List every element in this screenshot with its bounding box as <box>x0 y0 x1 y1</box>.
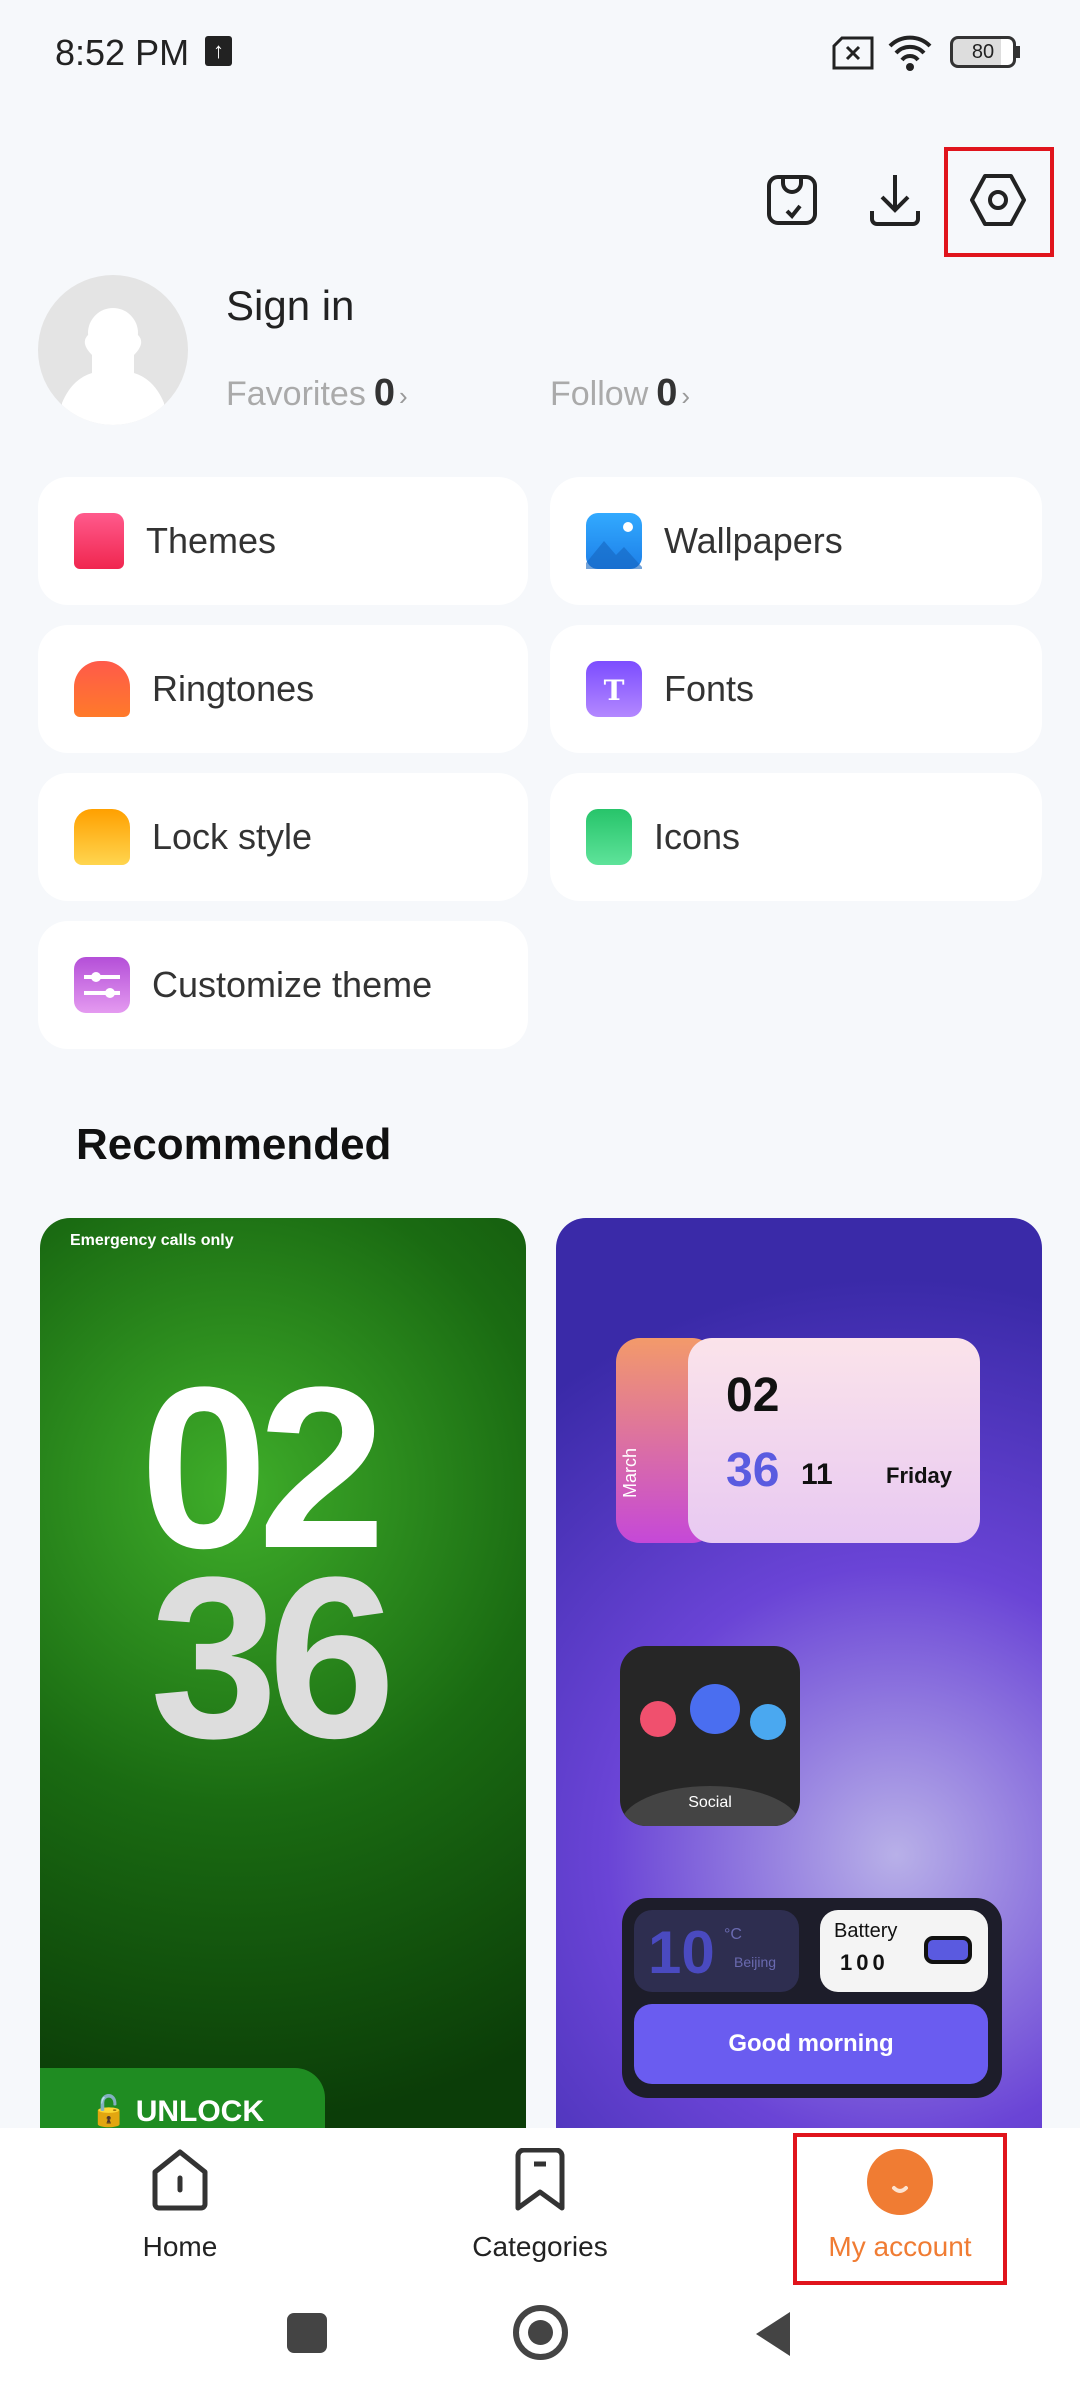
widget-temp-unit: °C <box>724 1926 742 1943</box>
wallpapers-icon <box>586 513 642 569</box>
categories-icon <box>515 2147 565 2211</box>
widget-greeting: Good morning <box>634 2004 988 2084</box>
follow-link[interactable]: Follow 0 › <box>550 372 690 415</box>
home-system-button[interactable] <box>513 2305 568 2360</box>
nav-categories-label: Categories <box>472 2231 608 2262</box>
recommended-heading: Recommended <box>76 1120 392 1169</box>
upload-icon: ↑ <box>205 36 232 66</box>
customize-theme-icon <box>74 957 130 1013</box>
widget-battery-value: 100 <box>840 1950 889 1975</box>
download-icon[interactable] <box>860 165 930 235</box>
menu-label: Ringtones <box>152 668 315 709</box>
battery-icon: 80 <box>950 36 1016 68</box>
follow-label: Follow <box>550 375 649 413</box>
favorites-count: 0 <box>373 372 395 414</box>
preview-status-text: Emergency calls only <box>70 1232 234 1249</box>
menu-label: Fonts <box>664 668 755 709</box>
avatar[interactable] <box>38 275 188 425</box>
follow-count: 0 <box>656 372 678 414</box>
widget-day: 11 <box>801 1458 833 1491</box>
lock-style-icon <box>74 809 130 865</box>
home-icon <box>152 2149 208 2211</box>
theme-preview-left[interactable]: Emergency calls only 02 36 🔓 UNLOCK <box>40 1218 526 2128</box>
wifi-icon <box>888 35 932 71</box>
menu-label: Themes <box>146 520 277 561</box>
widget-hour: 02 <box>726 1369 780 1422</box>
menu-customize-theme[interactable]: Customize theme <box>38 921 528 1049</box>
no-sim-icon <box>832 36 874 70</box>
widget-city: Beijing <box>734 1954 777 1970</box>
nav-my-account-label: My account <box>828 2231 972 2262</box>
preview-minute: 36 <box>150 1529 396 1786</box>
status-time: 8:52 PM <box>55 32 190 73</box>
menu-fonts[interactable]: T Fonts <box>550 625 1042 753</box>
widget-temp: 10 <box>648 1919 715 1986</box>
back-button[interactable] <box>752 2310 792 2358</box>
theme-preview-right[interactable]: March 02 36 11 Friday Social 10 °C Beiji… <box>556 1218 1042 2128</box>
nav-categories[interactable]: Categories <box>420 2147 660 2263</box>
menu-wallpapers[interactable]: Wallpapers <box>550 477 1042 605</box>
widget-month: March <box>620 1447 640 1498</box>
settings-hexagon-icon[interactable] <box>963 165 1033 235</box>
sign-in-link[interactable]: Sign in <box>226 282 354 330</box>
menu-icons[interactable]: Icons <box>550 773 1042 901</box>
my-account-icon <box>867 2149 933 2215</box>
nav-home-label: Home <box>142 2231 218 2262</box>
favorites-label: Favorites <box>226 375 366 413</box>
icons-icon <box>586 809 632 865</box>
widget-social-label: Social <box>688 1794 732 1811</box>
themes-icon <box>74 513 124 569</box>
recents-button[interactable] <box>287 2313 327 2353</box>
menu-label: Wallpapers <box>664 520 843 561</box>
nav-my-account[interactable]: My account <box>780 2148 1020 2263</box>
menu-label: Lock style <box>152 816 313 857</box>
menu-label: Customize theme <box>152 964 433 1005</box>
widget-minute: 36 <box>726 1444 780 1497</box>
favorites-link[interactable]: Favorites 0 › <box>226 372 408 415</box>
fonts-icon: T <box>586 661 642 717</box>
chevron-right-icon: › <box>398 381 408 411</box>
nav-home[interactable]: Home <box>60 2148 300 2263</box>
wallet-check-icon[interactable] <box>757 165 827 235</box>
unlock-button: 🔓 UNLOCK <box>40 2068 325 2128</box>
menu-ringtones[interactable]: Ringtones <box>38 625 528 753</box>
widget-battery-label: Battery <box>834 1920 898 1942</box>
menu-themes[interactable]: Themes <box>38 477 528 605</box>
menu-lock-style[interactable]: Lock style <box>38 773 528 901</box>
widget-weekday: Friday <box>886 1463 953 1488</box>
chevron-right-icon: › <box>681 381 691 411</box>
ringtones-icon <box>74 661 130 717</box>
menu-label: Icons <box>654 816 741 857</box>
